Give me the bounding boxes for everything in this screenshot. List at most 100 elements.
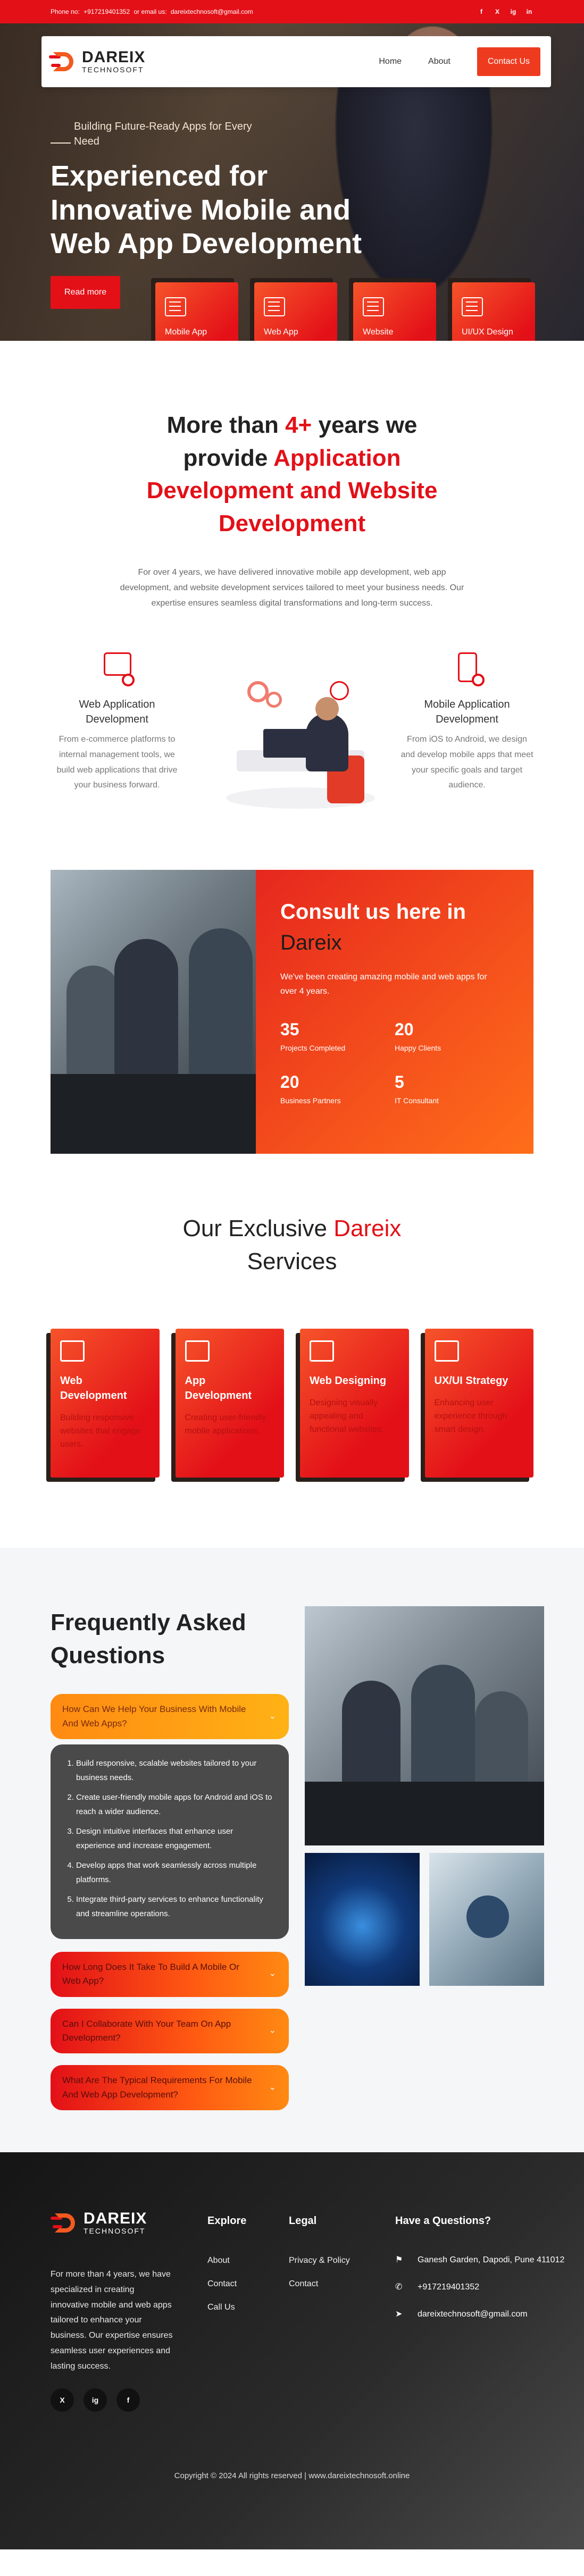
service-text: Creating user-friendly mobile applicatio…: [185, 1413, 266, 1436]
faq-question[interactable]: What Are The Typical Requirements For Mo…: [51, 2065, 289, 2110]
faq-question-open[interactable]: How Can We Help Your Business With Mobil…: [51, 1694, 289, 1739]
logo-text: DAREIX TECHNOSOFT: [84, 2211, 147, 2236]
footer-phone-row[interactable]: ✆ +917219401352: [395, 2281, 565, 2294]
contact-us-button[interactable]: Contact Us: [477, 47, 540, 76]
hero-title: Experienced for Innovative Mobile and We…: [51, 160, 362, 260]
mobile-settings-icon: [449, 649, 485, 686]
phone-link[interactable]: +917219401352: [84, 8, 130, 15]
footer-explore-column: Explore About Contact Call Us: [207, 2215, 246, 2326]
service-card-web-development[interactable]: Web Development Building responsive webs…: [51, 1329, 160, 1478]
footer-email[interactable]: dareixtechnosoft@gmail.com: [418, 2308, 528, 2321]
nav-home-link[interactable]: Home: [379, 57, 402, 66]
gear-icon: [266, 692, 282, 708]
top-contact-bar: Phone no: +917219401352 or email us: dar…: [0, 0, 584, 23]
footer-address: Ganesh Garden, Dapodi, Pune 411012: [418, 2255, 565, 2264]
faq-question-text: How Can We Help Your Business With Mobil…: [62, 1704, 246, 1728]
footer-contact-column: Have a Questions? ⚑ Ganesh Garden, Dapod…: [395, 2215, 565, 2321]
hero-section: DAREIX TECHNOSOFT Home About Contact Us …: [0, 23, 584, 341]
chevron-down-icon: ⌄: [269, 2083, 276, 2092]
stat-label: Projects Completed: [280, 1044, 346, 1053]
faq-question[interactable]: How Long Does It Take To Build A Mobile …: [51, 1951, 289, 1997]
brand-logo[interactable]: DAREIX TECHNOSOFT: [49, 49, 145, 74]
faq-answer: Build responsive, scalable websites tail…: [51, 1744, 289, 1939]
faq-answer-list: Build responsive, scalable websites tail…: [76, 1756, 274, 1921]
services-heading-brand: Dareix: [333, 1215, 402, 1241]
feature-web-app: Web Application Development From e-comme…: [51, 649, 183, 793]
hero-card-label: Website Development: [363, 328, 413, 341]
about-heading-part-1: More than: [166, 412, 279, 438]
team-meeting-photo: [51, 870, 256, 1154]
x-twitter-icon[interactable]: X: [51, 2388, 74, 2412]
about-section: More than 4+ years we provide Applicatio…: [0, 341, 584, 870]
service-card-app-development[interactable]: App Development Creating user-friendly m…: [175, 1329, 284, 1478]
footer-explore-list: About Contact Call Us: [207, 2256, 246, 2312]
top-contact-info: Phone no: +917219401352 or email us: dar…: [51, 8, 255, 15]
site-footer: DAREIX TECHNOSOFT For more than 4 years,…: [0, 2152, 584, 2549]
service-text: Building responsive websites that engage…: [60, 1413, 141, 1449]
feature-text: From iOS to Android, we design and devel…: [401, 735, 533, 790]
web-code-icon: [99, 649, 135, 686]
stat-number: 20: [280, 1072, 299, 1092]
faq-answer-item: Develop apps that work seamlessly across…: [76, 1858, 274, 1887]
service-title: App Development: [185, 1375, 252, 1402]
stat-number: 20: [395, 1020, 414, 1039]
footer-link-about[interactable]: About: [207, 2256, 246, 2265]
footer-phone[interactable]: +917219401352: [418, 2281, 479, 2294]
footer-logo[interactable]: DAREIX TECHNOSOFT: [51, 2211, 173, 2235]
read-more-button[interactable]: Read more: [51, 276, 121, 309]
services-heading-part-1: Our Exclusive: [182, 1215, 328, 1241]
faq-question-text: What Are The Typical Requirements For Mo…: [62, 2075, 252, 2100]
email-link[interactable]: dareixtechnosoft@gmail.com: [171, 8, 253, 15]
consult-section: Consult us here in Dareix We've been cre…: [51, 870, 533, 1154]
faq-accordion: How Can We Help Your Business With Mobil…: [51, 1694, 289, 2110]
service-title: Web Designing: [310, 1375, 387, 1387]
email-label: or email us:: [134, 8, 167, 15]
facebook-icon[interactable]: f: [477, 7, 486, 16]
service-card-web-designing[interactable]: Web Designing Designing visually appeali…: [300, 1329, 409, 1478]
hero-card-web-app[interactable]: Web App Development: [254, 282, 337, 341]
feature-text: From e-commerce platforms to internal ma…: [56, 735, 178, 790]
stat-number: 35: [280, 1020, 299, 1039]
footer-email-row[interactable]: ➤ dareixtechnosoft@gmail.com: [395, 2308, 565, 2321]
service-card-ux-ui-strategy[interactable]: UX/UI Strategy Enhancing user experience…: [424, 1329, 533, 1478]
stat-partners: 20 Business Partners: [280, 1072, 395, 1105]
web-app-icon: [264, 297, 285, 316]
business-team-photo: [305, 1606, 544, 1845]
chevron-down-icon: ⌄: [269, 1969, 276, 1978]
hero-card-ui-ux[interactable]: UI/UX Design: [452, 282, 535, 341]
hero-card-label: Web App Development: [264, 328, 314, 341]
check-icon: [330, 681, 349, 700]
brand-subtitle: TECHNOSOFT: [82, 65, 144, 74]
hero-tagline: Building Future-Ready Apps for Every Nee…: [51, 119, 265, 149]
consult-title: Consult us here in Dareix: [280, 896, 509, 958]
instagram-icon[interactable]: ig: [509, 7, 518, 16]
faq-title: Frequently Asked Questions: [51, 1609, 246, 1668]
faq-question[interactable]: Can I Collaborate With Your Team On App …: [51, 2008, 289, 2054]
instagram-icon[interactable]: ig: [84, 2388, 107, 2412]
faq-answer-item: Build responsive, scalable websites tail…: [76, 1756, 274, 1785]
footer-link-privacy[interactable]: Privacy & Policy: [289, 2256, 350, 2265]
copyright-text: Copyright © 2024 All rights reserved | w…: [174, 2471, 410, 2480]
consult-panel: Consult us here in Dareix We've been cre…: [256, 870, 533, 1154]
hero-card-mobile-app[interactable]: Mobile App Development: [155, 282, 238, 341]
brand-name: DAREIX: [82, 48, 146, 66]
nav-about-link[interactable]: About: [428, 57, 450, 66]
services-section: Our Exclusive Dareix Services Web Develo…: [0, 1154, 584, 1548]
linkedin-icon[interactable]: in: [525, 7, 533, 16]
faq-answer-item: Create user-friendly mobile apps for And…: [76, 1790, 274, 1819]
brand-subtitle: TECHNOSOFT: [84, 2227, 146, 2235]
feature-title: Mobile Application Development: [424, 699, 510, 725]
footer-link-legal-contact[interactable]: Contact: [289, 2279, 350, 2289]
service-text: Designing visually appealing and functio…: [310, 1398, 384, 1434]
footer-legal-column: Legal Privacy & Policy Contact: [289, 2215, 350, 2303]
faq-answer-item: Integrate third-party services to enhanc…: [76, 1892, 274, 1921]
faq-section: Frequently Asked Questions How Can We He…: [0, 1548, 584, 2152]
footer-link-contact[interactable]: Contact: [207, 2279, 246, 2289]
faq-answer-item: Design intuitive interfaces that enhance…: [76, 1824, 274, 1853]
x-twitter-icon[interactable]: X: [493, 7, 502, 16]
hero-card-website[interactable]: Website Development: [353, 282, 436, 341]
facebook-icon[interactable]: f: [116, 2388, 140, 2412]
about-heading: More than 4+ years we provide Applicatio…: [122, 409, 462, 540]
logo-mark-icon: [51, 2212, 78, 2234]
footer-link-call-us[interactable]: Call Us: [207, 2303, 246, 2312]
